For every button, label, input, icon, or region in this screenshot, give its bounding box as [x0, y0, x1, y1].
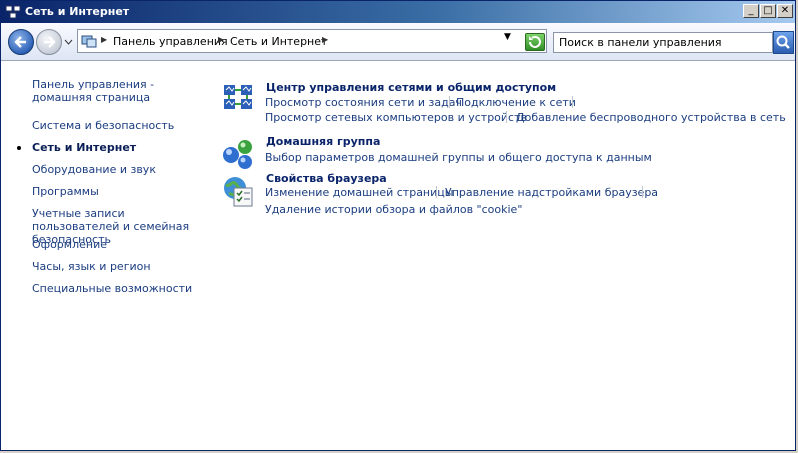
homegroup-link[interactable]: Домашняя группа — [266, 135, 380, 148]
arrow-left-icon — [14, 36, 26, 48]
sidebar-item-hardware-sound[interactable]: Оборудование и звук — [32, 163, 207, 176]
search-placeholder: Поиск в панели управления — [559, 36, 722, 49]
network-center-link[interactable]: Центр управления сетями и общим доступом — [266, 81, 556, 94]
title-bar[interactable]: Сеть и Интернет _ □ ✕ — [1, 1, 795, 23]
task-separator — [572, 96, 573, 108]
address-dropdown-icon[interactable]: ▼ — [504, 32, 511, 42]
task-separator — [506, 111, 507, 123]
refresh-icon — [529, 36, 541, 48]
task-view-network-computers[interactable]: Просмотр сетевых компьютеров и устройств — [265, 111, 527, 124]
task-connect-network[interactable]: Подключение к сети — [456, 96, 576, 109]
window-title: Сеть и Интернет — [25, 5, 130, 18]
recent-pages-dropdown[interactable] — [64, 37, 73, 47]
network-center-icon[interactable] — [221, 81, 257, 115]
active-bullet-icon — [17, 146, 21, 150]
control-panel-icon — [81, 33, 97, 49]
refresh-button[interactable] — [525, 33, 545, 51]
close-button[interactable]: ✕ — [777, 4, 793, 18]
task-change-homepage[interactable]: Изменение домашней страницы — [265, 186, 453, 199]
breadcrumb-arrow-icon[interactable]: ▶ — [218, 35, 224, 44]
back-button[interactable] — [8, 29, 34, 55]
search-button[interactable] — [773, 31, 794, 54]
search-input[interactable]: Поиск в панели управления — [553, 32, 773, 53]
task-delete-browsing-history[interactable]: Удаление истории обзора и файлов "cookie… — [265, 203, 522, 216]
homegroup-icon[interactable] — [221, 137, 257, 171]
task-view-network-status[interactable]: Просмотр состояния сети и задач — [265, 96, 462, 109]
breadcrumb-control-panel[interactable]: Панель управления — [113, 35, 228, 48]
main-content: Панель управления - домашняя страница Си… — [1, 61, 795, 450]
search-icon — [776, 35, 790, 49]
breadcrumb-network-internet[interactable]: Сеть и Интернет — [230, 35, 327, 48]
task-add-wireless-device[interactable]: Добавление беспроводного устройства в се… — [516, 111, 786, 124]
arrow-right-icon — [44, 36, 56, 48]
internet-options-link[interactable]: Свойства браузера — [266, 172, 387, 185]
network-app-icon — [5, 4, 21, 20]
breadcrumb-root-arrow-icon[interactable]: ▶ — [101, 35, 107, 44]
sidebar-item-appearance[interactable]: Оформление — [32, 238, 207, 251]
task-homegroup-settings[interactable]: Выбор параметров домашней группы и общег… — [265, 151, 652, 164]
task-separator — [642, 186, 643, 198]
sidebar-item-clock-region[interactable]: Часы, язык и регион — [32, 260, 207, 273]
sidebar-item-programs[interactable]: Программы — [32, 185, 207, 198]
sidebar-item-network-internet[interactable]: Сеть и Интернет — [32, 141, 207, 154]
breadcrumb-arrow-icon[interactable]: ▶ — [322, 35, 328, 44]
address-bar[interactable]: ▶ Панель управления ▶ Сеть и Интернет ▶ — [77, 29, 547, 53]
task-separator — [436, 186, 437, 198]
minimize-button[interactable]: _ — [743, 4, 759, 18]
navigation-toolbar: ▶ Панель управления ▶ Сеть и Интернет ▶ … — [1, 23, 795, 61]
maximize-button[interactable]: □ — [760, 4, 776, 18]
sidebar-item-system-security[interactable]: Система и безопасность — [32, 119, 207, 132]
task-separator — [449, 96, 450, 108]
task-manage-addons[interactable]: Управление надстройками браузера — [445, 186, 658, 199]
sidebar-item-accessibility[interactable]: Специальные возможности — [32, 282, 207, 295]
sidebar-item-home[interactable]: Панель управления - домашняя страница — [32, 78, 207, 104]
control-panel-window: Сеть и Интернет _ □ ✕ ▶ Панель управлени… — [0, 0, 796, 451]
forward-button[interactable] — [36, 29, 62, 55]
internet-options-icon[interactable] — [221, 174, 257, 208]
